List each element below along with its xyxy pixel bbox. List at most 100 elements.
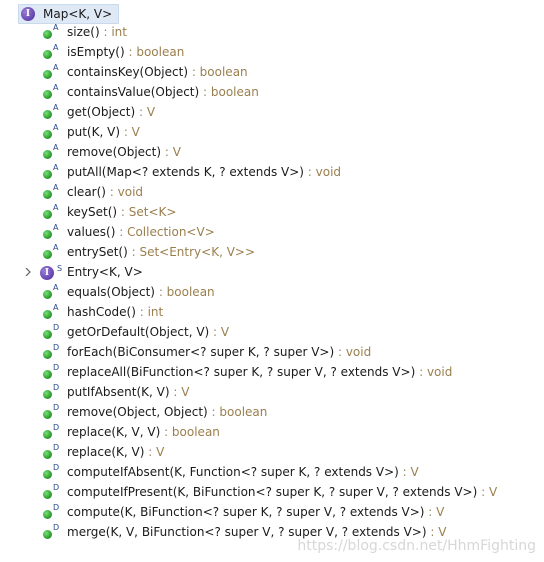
return-type: void: [117, 185, 144, 199]
abstract-badge: A: [53, 143, 59, 152]
default-badge: D: [53, 343, 60, 352]
abstract-badge: A: [53, 43, 59, 52]
member-name: keySet(): [67, 205, 118, 219]
member-name: putIfAbsent(K, V): [67, 385, 170, 399]
default-badge: D: [53, 403, 60, 412]
tree-item-method[interactable]: DforEach(BiConsumer<? super K, ? super V…: [0, 342, 544, 362]
public-method-icon: D: [42, 523, 62, 540]
tree-item-method[interactable]: DreplaceAll(BiFunction<? super K, ? supe…: [0, 362, 544, 382]
member-name: replaceAll(BiFunction<? super K, ? super…: [67, 365, 416, 379]
return-type: int: [111, 25, 127, 39]
public-method-icon: A: [42, 103, 62, 120]
public-method-icon: A: [42, 303, 62, 320]
tree-item-method[interactable]: Aclear() : void: [0, 182, 544, 202]
type-separator: :: [127, 245, 140, 259]
return-type: boolean: [210, 85, 259, 99]
tree-root-map[interactable]: I Map<K, V>: [18, 4, 120, 24]
tree-item-method[interactable]: DgetOrDefault(Object, V) : V: [0, 322, 544, 342]
member-name: entrySet(): [67, 245, 128, 259]
tree-item-method[interactable]: Dreplace(K, V) : V: [0, 442, 544, 462]
type-separator: :: [207, 405, 220, 419]
tree-item-method[interactable]: Aequals(Object) : boolean: [0, 282, 544, 302]
member-name: computeIfPresent(K, BiFunction<? super K…: [67, 485, 478, 499]
member-name: hashCode(): [67, 305, 136, 319]
member-label: replace(K, V, V) : boolean: [67, 422, 220, 442]
abstract-badge: A: [53, 303, 59, 312]
type-separator: :: [135, 105, 147, 119]
tree-item-method[interactable]: Dremove(Object, Object) : boolean: [0, 402, 544, 422]
return-type: Collection<V>: [127, 225, 215, 239]
type-separator: :: [477, 485, 489, 499]
type-separator: :: [169, 385, 182, 399]
member-label: remove(Object, Object) : boolean: [67, 402, 267, 422]
abstract-badge: A: [53, 123, 59, 132]
type-separator: :: [415, 365, 427, 379]
tree-item-method[interactable]: AkeySet() : Set<K>: [0, 202, 544, 222]
tree-item-method[interactable]: AcontainsValue(Object) : boolean: [0, 82, 544, 102]
tree-item-nested-interface[interactable]: I S Entry<K, V>: [0, 262, 544, 282]
member-name: values(): [67, 225, 116, 239]
type-separator: :: [144, 445, 157, 459]
type-separator: :: [155, 285, 167, 299]
tree-item-method[interactable]: AisEmpty() : boolean: [0, 42, 544, 62]
public-method-icon: A: [42, 283, 62, 300]
return-type: int: [147, 305, 164, 319]
member-name: forEach(BiConsumer<? super K, ? super V>…: [67, 345, 335, 359]
tree-item-method[interactable]: Dcompute(K, BiFunction<? super K, ? supe…: [0, 502, 544, 522]
tree-item-method[interactable]: Aput(K, V) : V: [0, 122, 544, 142]
default-badge: D: [53, 523, 60, 532]
return-type: boolean: [171, 425, 220, 439]
member-name: containsKey(Object): [67, 65, 188, 79]
default-badge: D: [53, 363, 60, 372]
member-name: isEmpty(): [67, 45, 125, 59]
member-label: computeIfPresent(K, BiFunction<? super K…: [67, 482, 497, 502]
return-type: V: [146, 105, 156, 119]
tree-item-method[interactable]: Dreplace(K, V, V) : boolean: [0, 422, 544, 442]
public-method-icon: A: [42, 203, 62, 220]
member-label: putIfAbsent(K, V) : V: [67, 382, 189, 402]
type-separator: :: [424, 505, 437, 519]
member-name: Entry<K, V>: [67, 265, 143, 279]
tree-item-method[interactable]: AhashCode() : int: [0, 302, 544, 322]
abstract-badge: A: [53, 183, 59, 192]
return-type: Set<K>: [128, 205, 177, 219]
return-type: boolean: [199, 65, 248, 79]
return-type: V: [488, 485, 498, 499]
member-name: equals(Object): [67, 285, 155, 299]
tree-item-method[interactable]: Avalues() : Collection<V>: [0, 222, 544, 242]
return-type: V: [220, 325, 230, 339]
tree-item-method[interactable]: AcontainsKey(Object) : boolean: [0, 62, 544, 82]
return-type: V: [156, 445, 165, 459]
tree-item-method[interactable]: DcomputeIfPresent(K, BiFunction<? super …: [0, 482, 544, 502]
member-label: put(K, V) : V: [67, 122, 140, 142]
member-label: containsKey(Object) : boolean: [67, 62, 248, 82]
member-label: equals(Object) : boolean: [67, 282, 215, 302]
tree-item-method[interactable]: AputAll(Map<? extends K, ? extends V>) :…: [0, 162, 544, 182]
type-separator: :: [117, 205, 129, 219]
public-method-icon: D: [42, 464, 62, 480]
return-type: void: [345, 345, 372, 359]
member-label: get(Object) : V: [67, 102, 155, 122]
chevron-right-icon[interactable]: [24, 268, 32, 276]
abstract-badge: A: [53, 203, 59, 212]
return-type: boolean: [219, 405, 268, 419]
type-separator: :: [160, 425, 172, 439]
abstract-badge: A: [53, 283, 59, 292]
tree-item-method[interactable]: DcomputeIfAbsent(K, Function<? super K, …: [0, 462, 544, 482]
member-name: remove(Object, Object): [67, 405, 208, 419]
tree-item-method[interactable]: Aget(Object) : V: [0, 102, 544, 122]
public-method-icon: A: [42, 123, 62, 140]
tree-item-method[interactable]: DputIfAbsent(K, V) : V: [0, 382, 544, 402]
tree-item-method[interactable]: Aremove(Object) : V: [0, 142, 544, 162]
member-label: values() : Collection<V>: [67, 222, 215, 242]
abstract-badge: A: [53, 103, 59, 112]
member-label: entrySet() : Set<Entry<K, V>>: [67, 242, 255, 262]
member-name: replace(K, V, V): [67, 425, 161, 439]
type-separator: :: [120, 125, 132, 139]
tree-item-method[interactable]: AentrySet() : Set<Entry<K, V>>: [0, 242, 544, 262]
public-method-icon: D: [42, 424, 62, 440]
type-separator: :: [135, 305, 148, 319]
public-method-icon: D: [42, 363, 62, 380]
tree-item-method[interactable]: Asize() : int: [0, 22, 544, 42]
member-name: size(): [67, 25, 100, 39]
